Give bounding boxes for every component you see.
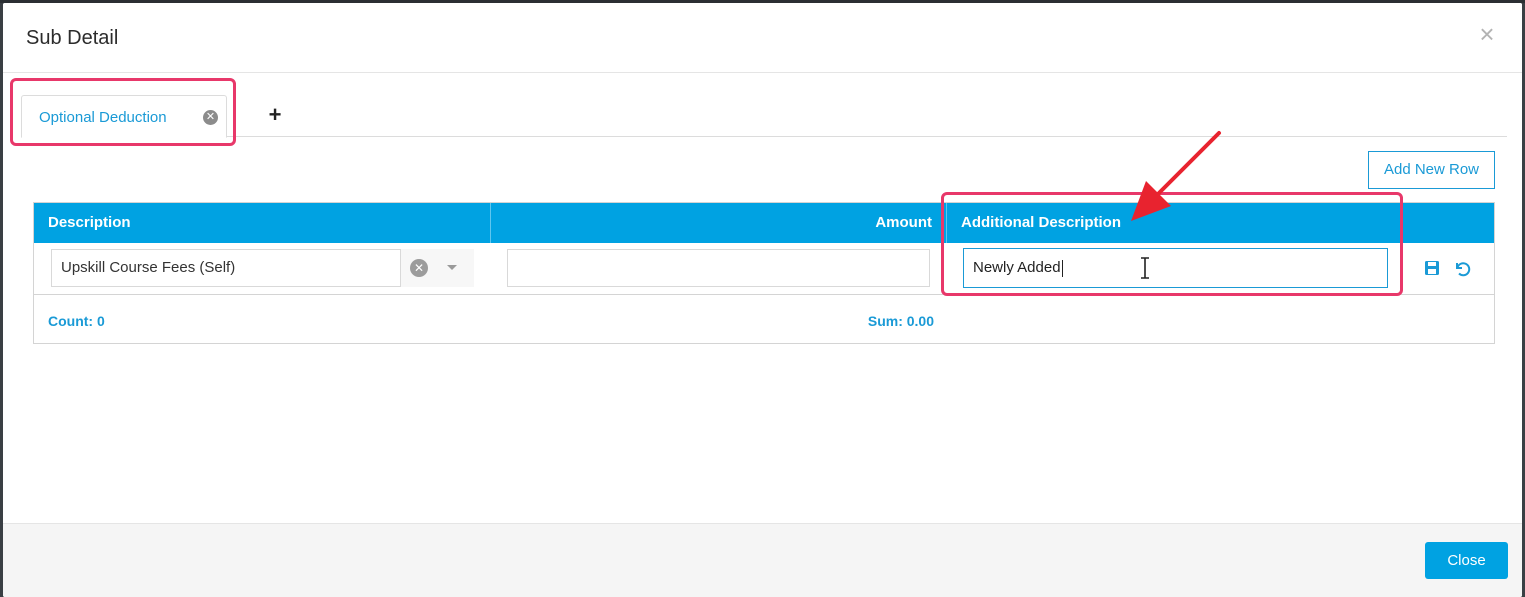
undo-icon[interactable] bbox=[1453, 259, 1471, 277]
tab-highlight-box bbox=[10, 78, 236, 146]
chevron-down-icon[interactable] bbox=[447, 265, 457, 270]
plus-icon[interactable]: + bbox=[265, 104, 285, 126]
add-new-row-button[interactable]: Add New Row bbox=[1368, 151, 1495, 189]
clear-icon[interactable]: ✕ bbox=[410, 259, 428, 277]
column-highlight-box bbox=[941, 192, 1403, 296]
amount-input[interactable] bbox=[507, 249, 930, 287]
grid-footer: Count: 0 Sum: 0.00 bbox=[34, 296, 1494, 344]
tab-bar: Optional Deduction ✕ + bbox=[21, 95, 1507, 138]
close-button[interactable]: Close bbox=[1425, 542, 1508, 579]
sub-detail-modal: Sub Detail × Optional Deduction ✕ + Add … bbox=[3, 3, 1522, 597]
column-header-amount[interactable]: Amount bbox=[492, 203, 932, 243]
description-combobox[interactable]: Upskill Course Fees (Self) ✕ bbox=[51, 249, 474, 287]
modal-footer: Close bbox=[3, 523, 1522, 597]
amount-sum: Sum: 0.00 bbox=[867, 313, 934, 329]
modal-title: Sub Detail bbox=[26, 27, 119, 49]
modal-header: Sub Detail × bbox=[3, 3, 1522, 73]
row-count: Count: 0 bbox=[48, 313, 105, 329]
save-icon[interactable] bbox=[1424, 260, 1440, 276]
column-header-description[interactable]: Description bbox=[48, 203, 488, 243]
description-input[interactable]: Upskill Course Fees (Self) bbox=[51, 249, 401, 287]
close-icon[interactable]: × bbox=[1476, 21, 1498, 47]
column-divider bbox=[490, 203, 491, 243]
